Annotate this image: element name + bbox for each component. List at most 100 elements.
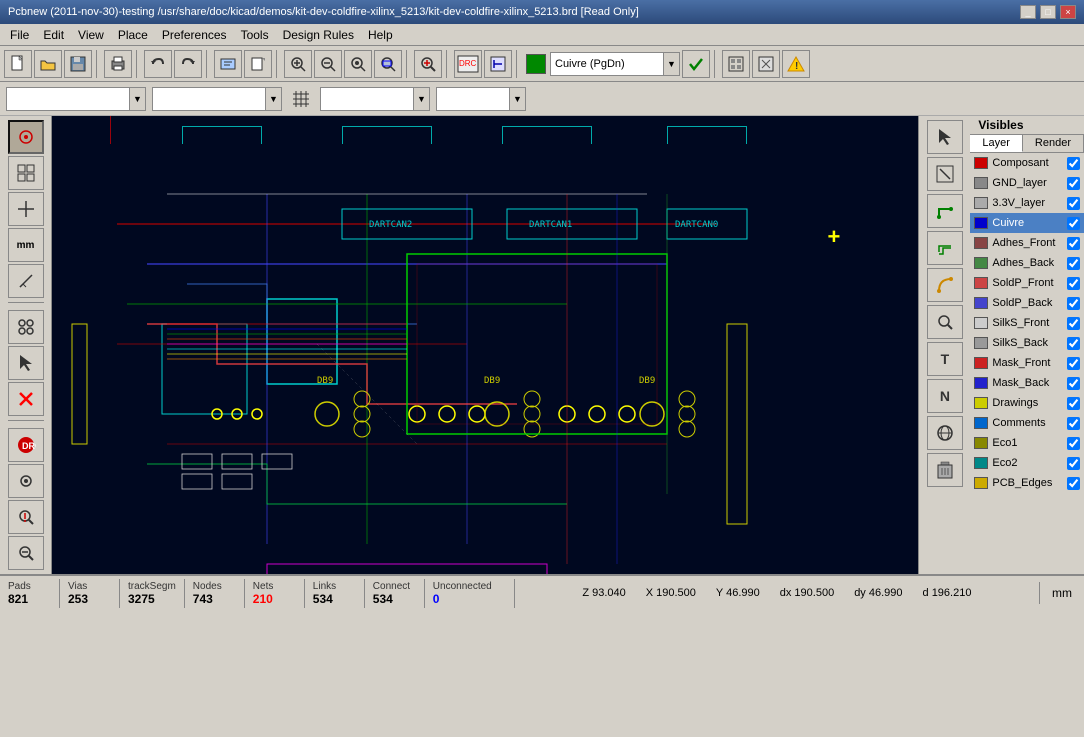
menu-preferences[interactable]: Preferences [156,26,233,44]
layer-visibility-checkbox[interactable] [1067,277,1080,290]
zoom-area-button[interactable] [374,50,402,78]
ruler-tool[interactable] [8,264,44,298]
layer-visibility-checkbox[interactable] [1067,217,1080,230]
via-tool[interactable] [8,464,44,498]
layer-visibility-checkbox[interactable] [1067,317,1080,330]
3d-view-tool[interactable] [927,416,963,450]
layer-item[interactable]: Cuivre [970,213,1084,233]
text-tool[interactable]: T [927,342,963,376]
redo-button[interactable] [174,50,202,78]
track-input[interactable]: Track 0.198 mm * [7,92,129,106]
layer-visibility-checkbox[interactable] [1067,377,1080,390]
zoom-dropdown[interactable]: Auto ▼ [436,87,526,111]
layer-select-input[interactable] [551,57,663,71]
find-button[interactable] [414,50,442,78]
layer-item[interactable]: Mask_Front [970,353,1084,373]
layer-visibility-checkbox[interactable] [1067,477,1080,490]
crosshair-tool[interactable] [8,192,44,226]
layer-visibility-checkbox[interactable] [1067,337,1080,350]
export-button[interactable] [244,50,272,78]
track-dropdown-arrow[interactable]: ▼ [129,88,145,110]
layer-visibility-checkbox[interactable] [1067,177,1080,190]
menu-help[interactable]: Help [362,26,399,44]
zoom-in-button[interactable] [284,50,312,78]
layer-visibility-checkbox[interactable] [1067,237,1080,250]
layer-visibility-checkbox[interactable] [1067,357,1080,370]
layer-visibility-checkbox[interactable] [1067,457,1080,470]
mm-tool[interactable]: mm [8,228,44,262]
pcb-canvas[interactable]: + [52,116,918,574]
grid-dropdown-arrow[interactable]: ▼ [413,88,429,110]
layer-visibility-checkbox[interactable] [1067,417,1080,430]
zone-tool[interactable] [8,536,44,570]
tab-render[interactable]: Render [1023,135,1084,152]
zoom-fit-button[interactable] [344,50,372,78]
layer-item[interactable]: Comments [970,413,1084,433]
open-button[interactable] [34,50,62,78]
via-dropdown[interactable]: Via 0.635 mm * ▼ [152,87,282,111]
grid-input[interactable]: Grid 1.270 [321,92,413,106]
layer-item[interactable]: Adhes_Front [970,233,1084,253]
layer-visibility-checkbox[interactable] [1067,297,1080,310]
layer-item[interactable]: 3.3V_layer [970,193,1084,213]
dimension-tool[interactable]: N [927,379,963,413]
layer-visibility-checkbox[interactable] [1067,397,1080,410]
layer-visibility-checkbox[interactable] [1067,437,1080,450]
minimize-button[interactable]: _ [1020,5,1036,19]
layer-item[interactable]: SoldP_Back [970,293,1084,313]
track-dropdown[interactable]: Track 0.198 mm * ▼ [6,87,146,111]
menu-place[interactable]: Place [112,26,154,44]
layer-dropdown-arrow[interactable]: ▼ [663,53,679,75]
layer-item[interactable]: PCB_Edges [970,473,1084,493]
layer-item[interactable]: Eco1 [970,433,1084,453]
layer-item[interactable]: Drawings [970,393,1084,413]
delete-tool[interactable] [8,382,44,416]
route-track-tool[interactable] [927,157,963,191]
print-button[interactable] [104,50,132,78]
zoom-out-button[interactable] [314,50,342,78]
layer-check-button[interactable] [682,50,710,78]
layer-item[interactable]: Mask_Back [970,373,1084,393]
route-single-tool[interactable] [927,194,963,228]
menu-tools[interactable]: Tools [235,26,275,44]
cursor-right-tool[interactable] [927,120,963,154]
cursor-tool[interactable] [8,120,44,154]
menu-design-rules[interactable]: Design Rules [277,26,360,44]
copper-zones-button[interactable] [722,50,750,78]
menu-view[interactable]: View [72,26,110,44]
menu-file[interactable]: File [4,26,35,44]
grid-dropdown[interactable]: Grid 1.270 ▼ [320,87,430,111]
layer-item[interactable]: SilkS_Back [970,333,1084,353]
delete-right-tool[interactable] [927,453,963,487]
save-button[interactable] [64,50,92,78]
layer-visibility-checkbox[interactable] [1067,197,1080,210]
layer-item[interactable]: GND_layer [970,173,1084,193]
layer-visibility-checkbox[interactable] [1067,157,1080,170]
maximize-button[interactable]: □ [1040,5,1056,19]
layer-item[interactable]: Adhes_Back [970,253,1084,273]
layer-item[interactable]: SilkS_Front [970,313,1084,333]
pad-tool[interactable] [8,310,44,344]
grid-tool[interactable] [8,156,44,190]
via-input[interactable]: Via 0.635 mm * [153,92,265,106]
layer-item[interactable]: SoldP_Front [970,273,1084,293]
arc-tool[interactable] [927,268,963,302]
select-tool[interactable] [8,346,44,380]
tab-layer[interactable]: Layer [970,135,1023,152]
via-dropdown-arrow[interactable]: ▼ [265,88,281,110]
inspect-tool[interactable] [8,500,44,534]
net-inspector-button[interactable] [484,50,512,78]
layer-visibility-checkbox[interactable] [1067,257,1080,270]
warning-button[interactable]: ! [782,50,810,78]
close-button[interactable]: × [1060,5,1076,19]
layer-item[interactable]: Eco2 [970,453,1084,473]
drc-inspect-tool[interactable] [927,305,963,339]
layer-item[interactable]: Composant [970,153,1084,173]
route-diff-pair-tool[interactable] [927,231,963,265]
drc-button[interactable]: DRC [454,50,482,78]
print2-button[interactable] [214,50,242,78]
zoom-dropdown-arrow[interactable]: ▼ [509,88,525,110]
zoom-input[interactable]: Auto [437,92,509,106]
pad-properties-button[interactable] [752,50,780,78]
drc-run-tool[interactable]: DRC [8,428,44,462]
